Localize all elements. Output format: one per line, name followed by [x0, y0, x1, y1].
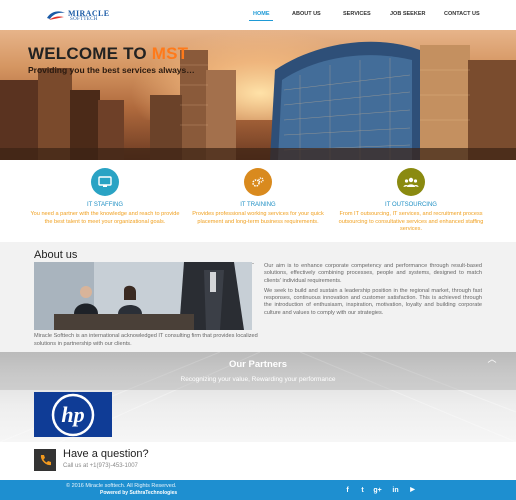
phone-icon [34, 449, 56, 471]
partners-title: Our Partners [228, 359, 288, 370]
service-title: IT TRAINING [240, 202, 276, 208]
partners-subtitle: Recognizing your value, Rewarding your p… [180, 376, 336, 383]
powered-by-text[interactable]: Powered by SuthraTechnologies [100, 490, 177, 496]
service-description: From IT outsourcing, IT services, and re… [338, 211, 484, 232]
brand-name-sub: SOFTTECH [70, 17, 98, 22]
nav-about-us[interactable]: ABOUT US [292, 11, 321, 17]
service-it-outsourcing[interactable]: IT OUTSOURCING From IT outsourcing, IT s… [336, 168, 486, 234]
site-header: MIRACLE SOFTTECH HOME ABOUT US SERVICES … [0, 0, 516, 30]
logo-swirl-icon [47, 11, 65, 20]
nav-home[interactable]: HOME [253, 11, 270, 17]
hero-banner: WELCOME TO MST Providing you the best se… [0, 30, 516, 160]
copyright-text: © 2016 Miracle softtech. All Rights Rese… [66, 483, 177, 489]
nav-active-indicator [249, 20, 273, 21]
service-title: IT OUTSOURCING [385, 202, 437, 208]
monitor-icon [91, 168, 119, 196]
googleplus-icon[interactable]: g+ [373, 486, 382, 495]
service-it-staffing[interactable]: IT STAFFING You need a partner with the … [30, 168, 180, 226]
nav-job-seeker[interactable]: JOB SEEKER [390, 11, 425, 17]
hp-logo-text: hp [61, 402, 84, 427]
question-title: Have a question? [63, 448, 149, 460]
about-paragraph: We seek to build and sustain a leadershi… [264, 287, 482, 316]
about-business-photo [34, 262, 252, 330]
about-caption: Miracle Softtech is an international ack… [34, 333, 258, 347]
call-us-text: Call us at +1(973)-453-1007 [63, 463, 138, 469]
service-title: IT STAFFING [86, 202, 124, 208]
partners-section: Our Partners Recognizing your value, Rew… [0, 352, 516, 442]
question-section: Have a question? Call us at +1(973)-453-… [0, 442, 516, 480]
service-it-training[interactable]: IT TRAINING Provides professional workin… [183, 168, 333, 226]
brand-logo[interactable]: MIRACLE SOFTTECH [46, 9, 116, 23]
site-footer: © 2016 Miracle softtech. All Rights Rese… [0, 480, 516, 500]
about-title: About us [34, 249, 78, 261]
nav-contact-us[interactable]: CONTACT US [444, 11, 480, 17]
about-section: About us Miracle Softtech is an internat… [0, 242, 516, 352]
people-icon [397, 168, 425, 196]
service-description: You need a partner with the knowledge an… [30, 211, 180, 225]
facebook-icon[interactable]: f [343, 486, 352, 495]
linkedin-icon[interactable]: in [391, 486, 400, 495]
about-paragraph: Our aim is to enhance corporate competen… [264, 263, 482, 284]
services-section: IT STAFFING You need a partner with the … [0, 160, 516, 242]
gears-icon [244, 168, 272, 196]
service-description: Provides professional working services f… [192, 211, 324, 225]
twitter-icon[interactable]: t [358, 486, 367, 495]
hero-subtitle: Providing you the best services always… [28, 65, 195, 75]
about-text: Our aim is to enhance corporate competen… [264, 263, 482, 317]
nav-services[interactable]: SERVICES [343, 11, 371, 17]
partner-logo-hp[interactable]: hp [34, 392, 112, 437]
scroll-top-chevron-icon[interactable]: ︿ [486, 352, 498, 364]
partners-title-band [0, 352, 516, 390]
hero-title: WELCOME TO MST [28, 44, 189, 63]
youtube-icon[interactable]: ▶ [408, 486, 417, 495]
hero-title-accent: MST [151, 44, 189, 63]
